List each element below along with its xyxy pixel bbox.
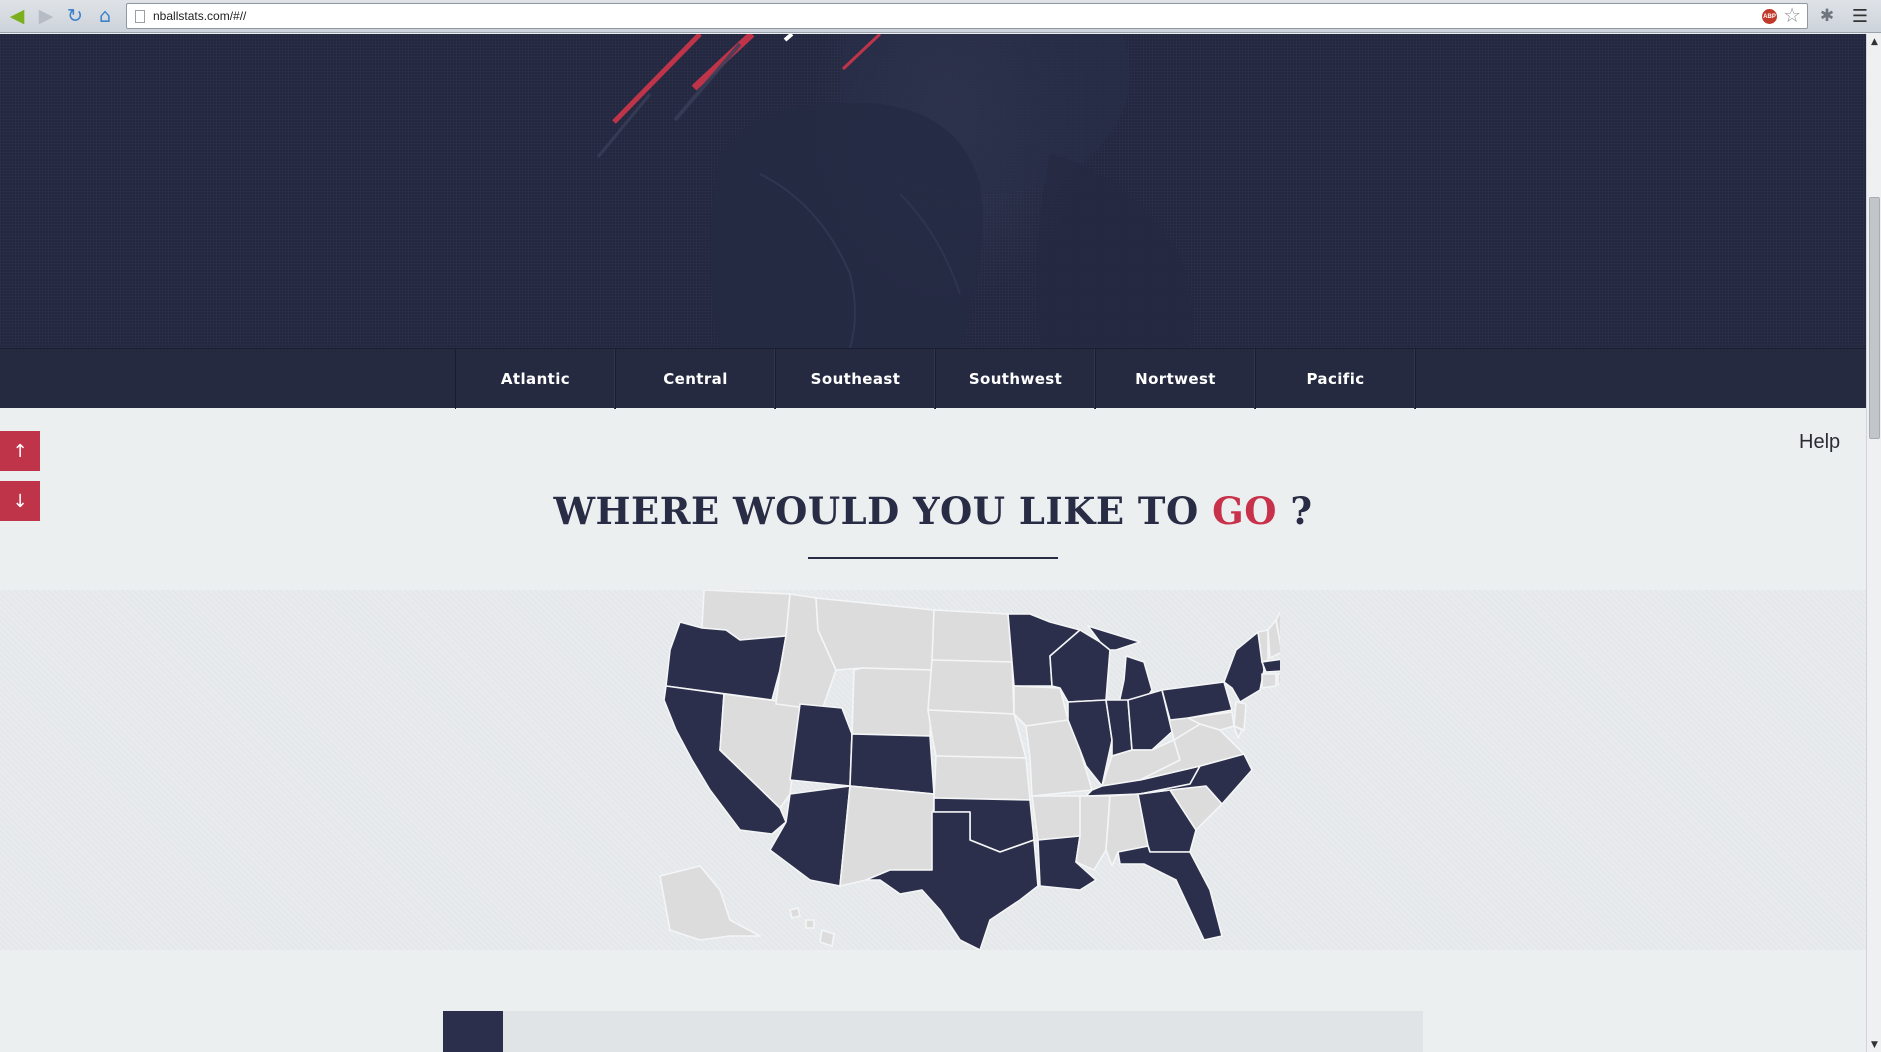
browser-toolbar: ◀ ▶ ↻ ⌂ nballstats.com/#// ABP ☆ ✱ ☰	[0, 0, 1881, 33]
tab-central[interactable]: Central	[616, 349, 776, 409]
forward-arrow-icon[interactable]: ▶	[34, 4, 58, 28]
state-mississippi[interactable]	[1075, 795, 1111, 871]
scrollbar-thumb[interactable]	[1869, 197, 1880, 439]
hero-artwork	[596, 34, 1194, 348]
scrollbar-up-arrow-icon[interactable]: ▲	[1867, 34, 1881, 49]
page-viewport: Atlantic Central Southeast Southwest Nor…	[0, 34, 1866, 1052]
state-alaska[interactable]	[659, 865, 761, 941]
state-south-dakota[interactable]	[927, 659, 1015, 715]
state-montana[interactable]	[815, 597, 935, 671]
state-hawaii[interactable]	[789, 907, 835, 947]
state-utah[interactable]	[789, 703, 853, 787]
page-title: WHERE WOULD YOU LIKE TO GO ?	[0, 489, 1866, 533]
scrollbar[interactable]: ▲ ▼	[1866, 34, 1881, 1052]
state-connecticut[interactable]	[1261, 673, 1277, 689]
state-rhode-island[interactable]	[1277, 673, 1280, 685]
home-icon[interactable]: ⌂	[93, 4, 117, 28]
tab-atlantic[interactable]: Atlantic	[456, 349, 616, 409]
state-colorado[interactable]	[849, 733, 935, 795]
extension-icon[interactable]: ✱	[1816, 5, 1838, 27]
arrow-up-icon: ↑	[12, 440, 28, 462]
page-title-accent: GO	[1212, 489, 1277, 533]
division-nav: Atlantic Central Southeast Southwest Nor…	[0, 348, 1866, 409]
state-nebraska[interactable]	[927, 709, 1027, 759]
state-new-jersey[interactable]	[1233, 701, 1247, 731]
hero-banner	[0, 34, 1866, 348]
state-arkansas[interactable]	[1031, 795, 1087, 841]
state-florida[interactable]	[1117, 845, 1223, 941]
help-link[interactable]: Help	[1799, 431, 1840, 454]
bookmark-star-icon[interactable]: ☆	[1783, 5, 1801, 25]
division-tabs: Atlantic Central Southeast Southwest Nor…	[455, 349, 1416, 409]
url-text[interactable]: nballstats.com/#//	[153, 9, 246, 23]
menu-icon[interactable]: ☰	[1849, 5, 1871, 27]
us-states-map	[659, 590, 1280, 950]
adblock-icon[interactable]: ABP	[1762, 9, 1777, 24]
back-arrow-icon[interactable]: ◀	[5, 4, 29, 28]
page-icon	[135, 10, 145, 23]
bottom-panel-tab[interactable]	[443, 1011, 503, 1052]
state-north-dakota[interactable]	[931, 609, 1013, 663]
tab-southwest[interactable]: Southwest	[936, 349, 1096, 409]
state-iowa[interactable]	[1013, 685, 1069, 727]
tab-pacific[interactable]: Pacific	[1256, 349, 1416, 409]
map-section	[0, 590, 1866, 950]
state-new-york[interactable]	[1223, 631, 1265, 703]
tab-southeast[interactable]: Southeast	[776, 349, 936, 409]
scroll-up-button[interactable]: ↑	[0, 431, 40, 471]
reload-icon[interactable]: ↻	[63, 4, 87, 28]
address-bar[interactable]: nballstats.com/#// ABP ☆	[126, 3, 1808, 29]
scrollbar-down-arrow-icon[interactable]: ▼	[1867, 1037, 1881, 1052]
tab-northwest[interactable]: Nortwest	[1096, 349, 1256, 409]
heading-divider	[808, 557, 1058, 559]
page-title-suffix: ?	[1276, 489, 1313, 533]
page-title-text: WHERE WOULD YOU LIKE TO	[553, 489, 1213, 533]
bottom-panel	[443, 1011, 1423, 1052]
state-kansas[interactable]	[933, 755, 1031, 801]
state-wyoming[interactable]	[851, 667, 933, 737]
